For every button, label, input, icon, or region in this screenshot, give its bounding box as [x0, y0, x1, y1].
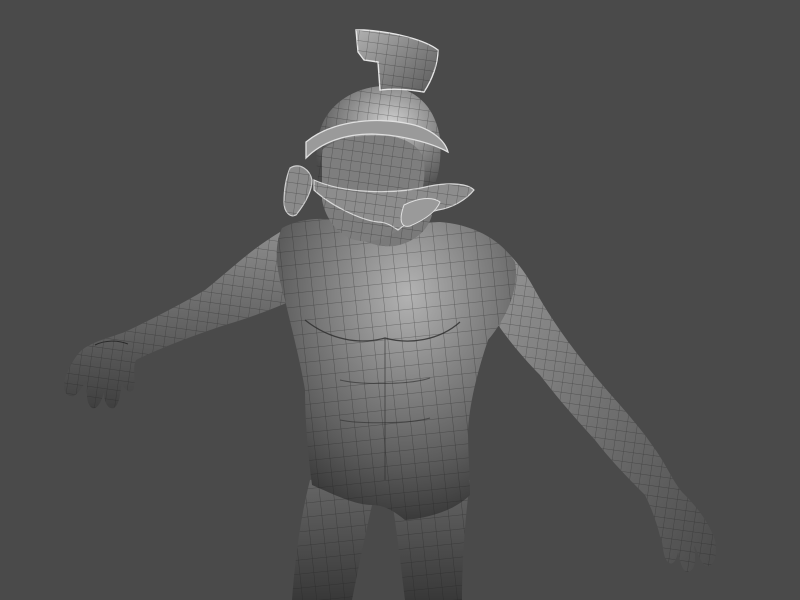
3d-viewport[interactable] [0, 0, 800, 600]
model-render [0, 0, 800, 600]
